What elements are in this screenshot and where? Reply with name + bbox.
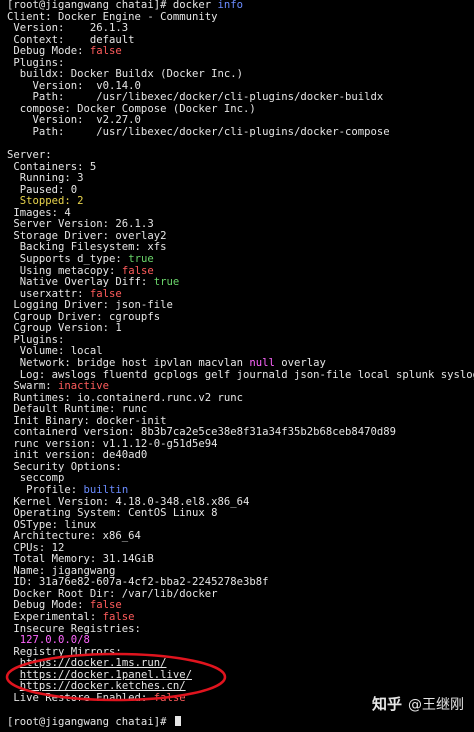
output-line-init-version: init version: de40ad0: [7, 450, 148, 462]
zhihu-logo: 知乎: [371, 695, 402, 713]
output-line-cgroup-version: Cgroup Version: 1: [7, 323, 122, 335]
output-line-context: Context: default: [7, 34, 135, 46]
text-cursor: [174, 715, 181, 726]
profile-value: builtin: [83, 484, 129, 496]
output-line-seccomp: seccomp: [7, 473, 65, 485]
prompt2-text: [root@jigangwang chatai]#: [7, 715, 173, 728]
metacopy-value: false: [121, 265, 154, 277]
output-line-cpus: CPUs: 12: [7, 542, 65, 554]
watermark-author: @王继刚: [408, 696, 464, 713]
experimental-value: false: [102, 611, 135, 623]
swarm-label: Swarm:: [7, 381, 59, 393]
output-line-native-overlay: Native Overlay Diff: true: [7, 277, 474, 289]
dtype-label: Supports d_type:: [7, 254, 129, 266]
output-line-stopped: Stopped: 2: [7, 196, 84, 208]
live-restore-label: Live Restore Enabled:: [7, 692, 154, 704]
watermark: 知乎 @王继刚: [372, 693, 464, 714]
output-line-insecure-value: 127.0.0.0/8: [7, 635, 90, 647]
network-rest: overlay: [274, 357, 326, 369]
output-line-compose-path: Path: /usr/libexec/docker/cli-plugins/do…: [7, 127, 390, 139]
network-label: Network: bridge host ipvlan macvlan: [7, 357, 250, 369]
output-line-compose-version: Version: v2.27.0: [7, 115, 141, 127]
output-line-debug: Debug Mode: false: [7, 46, 474, 58]
mirror-line-1: https://docker.1ms.run/: [7, 658, 474, 670]
live-restore-value: false: [153, 692, 186, 704]
output-line-root-dir: Docker Root Dir: /var/lib/docker: [7, 588, 218, 600]
output-line-version: Version: 26.1.3: [7, 23, 129, 35]
output-line-ostype: OSType: linux: [7, 519, 97, 531]
output-line-log: Log: awslogs fluentd gcplogs gelf journa…: [7, 369, 474, 381]
profile-label: Profile:: [7, 484, 84, 496]
output-line-os: Operating System: CentOS Linux 8: [7, 508, 218, 520]
prompt-line-2[interactable]: [root@jigangwang chatai]#: [7, 715, 474, 728]
output-line-name: Name: jigangwang: [7, 565, 116, 577]
output-line-containers: Containers: 5: [7, 161, 97, 173]
output-line-buildx-path: Path: /usr/libexec/docker/cli-plugins/do…: [7, 92, 384, 104]
output-line-default-runtime: Default Runtime: runc: [7, 404, 148, 416]
output-line-memory: Total Memory: 31.14GiB: [7, 554, 154, 566]
output-line-runtimes: Runtimes: io.containerd.runc.v2 runc: [7, 392, 243, 404]
output-line-volume: Volume: local: [7, 346, 103, 358]
output-line-buildx-version: Version: v0.14.0: [7, 80, 141, 92]
mirror-link-1[interactable]: https://docker.1ms.run/: [20, 658, 167, 669]
output-line-buildx: buildx: Docker Buildx (Docker Inc.): [7, 69, 243, 81]
debug-label: Debug Mode:: [7, 46, 90, 58]
network-null: null: [249, 357, 275, 369]
output-line-arch: Architecture: x86_64: [7, 531, 141, 543]
output-line-swarm: Swarm: inactive: [7, 381, 474, 393]
output-line-running: Running: 3: [7, 173, 84, 185]
terminal-window[interactable]: [root@jigangwang chatai]# docker info Cl…: [0, 0, 474, 732]
output-line-id: ID: 31a76e82-607a-4cf2-bba2-2245278e3b8f: [7, 577, 269, 589]
output-line-server-version: Server Version: 26.1.3: [7, 219, 154, 231]
userxattr-label: userxattr:: [7, 288, 90, 300]
mirror-link-3[interactable]: https://docker.ketches.cn/: [20, 681, 186, 692]
output-line-metacopy: Using metacopy: false: [7, 266, 474, 278]
mirror-line-3: https://docker.ketches.cn/: [7, 681, 474, 693]
output-line-insecure: Insecure Registries:: [7, 623, 141, 635]
prompt-text: [root@jigangwang chatai]#: [7, 0, 173, 11]
native-value: true: [153, 277, 180, 289]
output-line-images: Images: 4: [7, 207, 71, 219]
output-line-mirrors: Registry Mirrors:: [7, 646, 122, 658]
output-line-cgroup-driver: Cgroup Driver: cgroupfs: [7, 311, 161, 323]
command-text: docker: [172, 0, 218, 11]
output-line-debug2: Debug Mode: false: [7, 600, 474, 612]
output-line-compose: compose: Docker Compose (Docker Inc.): [7, 103, 256, 115]
output-line-security-options: Security Options:: [7, 461, 122, 473]
output-line-client: Client: Docker Engine - Community: [7, 11, 218, 23]
output-line-logging-driver: Logging Driver: json-file: [7, 300, 173, 312]
output-line-plugins2: Plugins:: [7, 334, 65, 346]
output-line-containerd-version: containerd version: 8b3b7ca2e5ce38e8f31a…: [7, 427, 397, 439]
command-arg: info: [217, 0, 243, 11]
output-line-storage-driver: Storage Driver: overlay2: [7, 230, 167, 242]
output-line-backing-fs: Backing Filesystem: xfs: [7, 242, 167, 254]
debug-value: false: [89, 46, 122, 58]
metacopy-label: Using metacopy:: [7, 265, 122, 277]
debug2-label: Debug Mode:: [7, 600, 90, 612]
native-label: Native Overlay Diff:: [7, 277, 154, 289]
output-line-network: Network: bridge host ipvlan macvlan null…: [7, 358, 474, 370]
debug2-value: false: [89, 600, 122, 612]
output-line-userxattr: userxattr: false: [7, 289, 474, 301]
output-line-kernel: Kernel Version: 4.18.0-348.el8.x86_64: [7, 496, 250, 508]
output-line-server: Server:: [7, 150, 52, 162]
userxattr-value: false: [89, 288, 122, 300]
output-line-init-binary: Init Binary: docker-init: [7, 415, 167, 427]
swarm-value: inactive: [58, 381, 110, 393]
mirror-line-2: https://docker.1panel.live/: [7, 670, 474, 682]
experimental-label: Experimental:: [7, 611, 103, 623]
dtype-value: true: [128, 254, 154, 266]
output-line-runc-version: runc version: v1.1.12-0-g51d5e94: [7, 438, 218, 450]
output-line-experimental: Experimental: false: [7, 612, 474, 624]
output-line-paused: Paused: 0: [7, 184, 78, 196]
prompt-line: [root@jigangwang chatai]# docker info: [7, 0, 474, 12]
output-line-profile: Profile: builtin: [7, 485, 474, 497]
output-line-plugins: Plugins:: [7, 57, 65, 69]
output-line-dtype: Supports d_type: true: [7, 254, 474, 266]
mirror-link-2[interactable]: https://docker.1panel.live/: [20, 670, 192, 681]
